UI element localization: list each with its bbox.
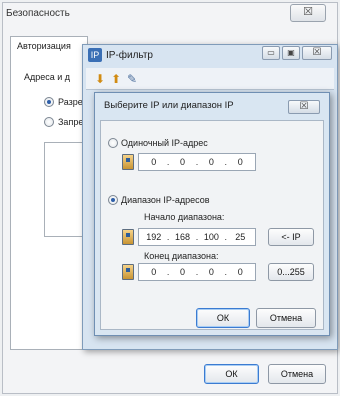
ip-octet-3[interactable]: 0 [202,267,220,277]
radio-single-ip[interactable] [108,138,118,148]
ip-filter-toolbar [86,68,334,90]
dialog-ok-button[interactable]: ОК [196,308,250,328]
security-close-button[interactable]: ☒ [290,4,326,22]
minimize-button[interactable]: ▭ [262,46,280,60]
security-window-title: Безопасность [6,8,70,19]
ip-octet-2[interactable]: 0 [174,267,192,277]
dialog-body [100,120,324,330]
ip-filter-title: IP-фильтр [106,50,153,61]
ip-octet-2[interactable]: 0 [174,157,192,167]
ip-octet-1[interactable]: 0 [145,267,163,277]
network-icon [122,154,134,170]
range-end-field[interactable]: 0. 0. 0. 0 [138,263,256,281]
edit-icon[interactable]: ✎ [126,72,138,86]
range-start-label: Начало диапазона: [144,212,225,222]
range-start-field[interactable]: 192. 168. 100. 25 [138,228,256,246]
radio-ip-range[interactable] [108,195,118,205]
radio-ip-range-label: Диапазон IP-адресов [121,195,210,205]
tab-authorization[interactable]: Авторизация [10,36,88,55]
radio-deny-label: Запре [58,117,84,127]
network-icon [122,264,134,280]
ip-filter-close-button[interactable]: ☒ [302,46,332,60]
range-255-button[interactable]: 0...255 [268,263,314,281]
ip-octet-4[interactable]: 0 [231,157,249,167]
ip-octet-4[interactable]: 0 [231,267,249,277]
dialog-close-button[interactable]: ☒ [288,100,320,114]
addresses-label: Адреса и д [24,72,71,82]
radio-deny[interactable] [44,117,54,127]
dialog-cancel-button[interactable]: Отмена [256,308,316,328]
ip-octet-3[interactable]: 0 [202,157,220,167]
ip-octet-4[interactable]: 25 [231,232,249,242]
ip-octet-1[interactable]: 0 [145,157,163,167]
ip-octet-3[interactable]: 100 [202,232,220,242]
copy-ip-button[interactable]: <- IP [268,228,314,246]
dialog-title: Выберите IP или диапазон IP [104,100,234,111]
security-ok-button[interactable]: ОК [204,364,259,384]
app-icon: IP [88,48,102,62]
radio-allow-label: Разре [58,97,83,107]
ip-octet-2[interactable]: 168 [174,232,192,242]
single-ip-field[interactable]: 0. 0. 0. 0 [138,153,256,171]
maximize-button[interactable]: ▣ [282,46,300,60]
radio-allow[interactable] [44,97,54,107]
radio-single-ip-label: Одиночный IP-адрес [121,138,208,148]
add-icon[interactable]: ⬇ [94,72,106,86]
ip-octet-1[interactable]: 192 [145,232,163,242]
security-cancel-button[interactable]: Отмена [268,364,326,384]
remove-icon[interactable]: ⬆ [110,72,122,86]
network-icon [122,229,134,245]
range-end-label: Конец диапазона: [144,251,219,261]
